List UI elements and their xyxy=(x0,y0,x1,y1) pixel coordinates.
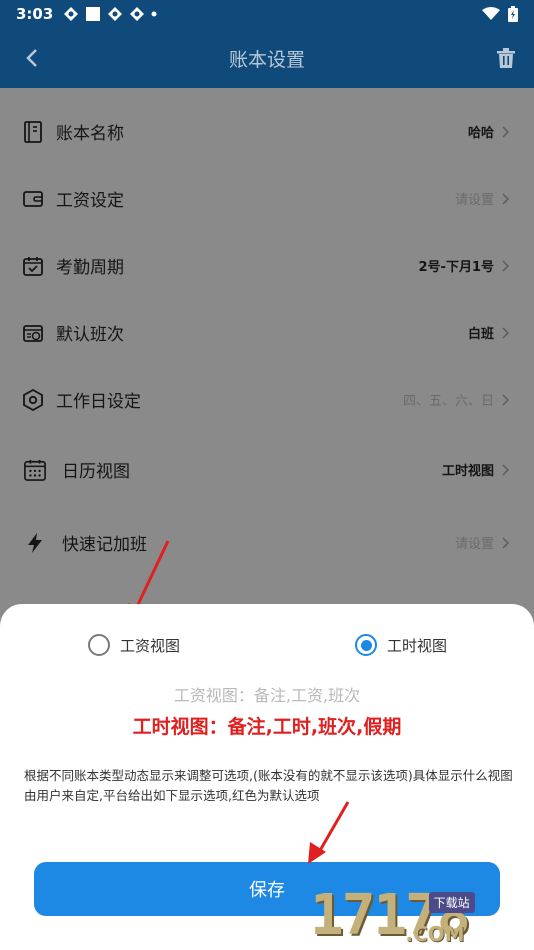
setting-label: 考勤周期 xyxy=(56,258,124,278)
setting-value: 白班 xyxy=(467,327,494,342)
setting-label: 日历视图 xyxy=(62,462,130,482)
status-time: 3:03 xyxy=(16,5,54,23)
radio-checked-icon xyxy=(355,634,377,656)
setting-value: 四、五、六、日 xyxy=(402,394,494,409)
radio-label: 工资视图 xyxy=(120,636,181,655)
setting-value: 请设置 xyxy=(454,537,494,552)
wifi-icon xyxy=(482,7,500,20)
calendar-grid-icon xyxy=(24,459,46,481)
watermark-badge: 下载站 xyxy=(428,892,475,913)
setting-value: 2号-下月1号 xyxy=(418,260,495,275)
setting-value: 哈哈 xyxy=(467,126,494,141)
lightning-icon xyxy=(24,532,46,554)
delete-button[interactable] xyxy=(492,44,520,72)
watermark-logo: 17178 下载站 .COM xyxy=(310,888,475,946)
app-notification-icon xyxy=(108,7,123,21)
battery-icon xyxy=(508,6,518,22)
square-notification-icon xyxy=(86,7,101,21)
hours-view-hint: 工时视图：备注,工时,班次,假期 xyxy=(132,716,402,738)
trash-icon xyxy=(497,48,515,68)
setting-default-shift[interactable]: 默认班次 白班 xyxy=(0,299,534,366)
setting-attendance-cycle[interactable]: 考勤周期 2号-下月1号 xyxy=(0,232,534,299)
watermark-suffix: .COM xyxy=(405,922,465,946)
page-title: 账本设置 xyxy=(228,48,305,71)
shift-icon xyxy=(22,322,44,344)
setting-workdays[interactable]: 工作日设定 四、五、六、日 xyxy=(0,366,534,433)
salary-view-hint: 工资视图：备注,工资,班次 xyxy=(173,686,361,705)
chevron-left-icon xyxy=(26,49,37,67)
chevron-right-icon xyxy=(500,393,510,407)
radio-label: 工时视图 xyxy=(387,636,448,655)
setting-label: 工资设定 xyxy=(56,191,124,211)
chevron-right-icon xyxy=(500,259,510,273)
notification-icons xyxy=(63,6,157,22)
radio-salary-view[interactable]: 工资视图 xyxy=(88,632,180,658)
setting-label: 账本名称 xyxy=(56,124,124,144)
radio-hours-view[interactable]: 工时视图 xyxy=(355,632,447,658)
calendar-check-icon xyxy=(22,255,44,277)
radio-unchecked-icon xyxy=(88,634,110,656)
setting-label: 工作日设定 xyxy=(56,392,141,412)
setting-label: 默认班次 xyxy=(56,325,124,345)
setting-ledger-name[interactable]: 账本名称 哈哈 xyxy=(0,98,534,165)
status-bar: 3:03 xyxy=(0,0,534,28)
setting-calendar-view[interactable]: 日历视图 工时视图 xyxy=(0,436,534,503)
chevron-right-icon xyxy=(500,125,510,139)
app-notification-icon xyxy=(64,7,79,21)
setting-salary[interactable]: 工资设定 请设置 xyxy=(0,165,534,232)
chevron-right-icon xyxy=(500,326,510,340)
ledger-icon xyxy=(22,120,44,143)
setting-label: 快速记加班 xyxy=(62,535,147,555)
wallet-icon xyxy=(22,188,44,210)
chevron-right-icon xyxy=(500,463,510,477)
setting-value: 工时视图 xyxy=(441,464,494,479)
setting-value: 请设置 xyxy=(454,193,494,208)
hexagon-gear-icon xyxy=(22,388,44,411)
app-bar: 账本设置 xyxy=(0,28,534,88)
more-dot-icon xyxy=(151,11,157,17)
back-button[interactable] xyxy=(18,44,46,72)
view-description: 根据不同账本类型动态显示来调整可选项,(账本没有的就不显示该选项)具体显示什么视… xyxy=(24,768,513,803)
chevron-right-icon xyxy=(500,192,510,206)
app-notification-icon xyxy=(130,7,145,21)
chevron-right-icon xyxy=(500,536,510,550)
setting-quick-overtime[interactable]: 快速记加班 请设置 xyxy=(0,509,534,576)
